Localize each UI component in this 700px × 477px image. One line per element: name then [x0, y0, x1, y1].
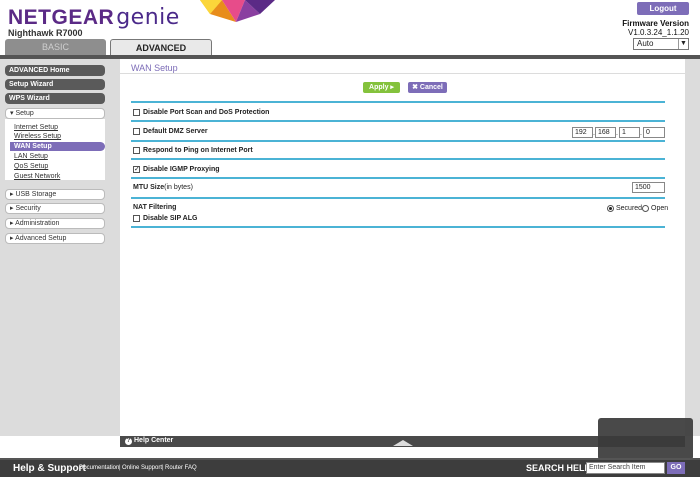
- watermark: [598, 418, 693, 460]
- dmz-ip-octet-4[interactable]: 0: [643, 127, 665, 138]
- model-name: Nighthawk R7000: [8, 28, 83, 38]
- help-support-title: Help & Support: [13, 463, 86, 474]
- search-input[interactable]: Enter Search Item: [586, 462, 665, 474]
- section-divider: [131, 120, 665, 122]
- mtu-input[interactable]: 1500: [632, 182, 665, 193]
- netgear-logo: NETGEARgenie: [8, 5, 180, 30]
- sidebar-group-advanced-setup[interactable]: ▸ Advanced Setup: [5, 233, 105, 244]
- respond-ping-label: Respond to Ping on Internet Port: [143, 147, 253, 154]
- mtu-label: MTU Size(in bytes): [133, 184, 193, 191]
- respond-ping-checkbox[interactable]: [133, 147, 140, 154]
- help-icon: ?: [125, 438, 132, 445]
- section-divider: [131, 226, 665, 228]
- sidebar-item-internet-setup[interactable]: Internet Setup: [14, 123, 58, 132]
- firmware-version: V1.0.3.24_1.1.20: [628, 28, 689, 37]
- dmz-ip-octet-2[interactable]: 168: [595, 127, 616, 138]
- sidebar-item-advanced-home[interactable]: ADVANCED Home: [5, 65, 105, 76]
- dmz-ip-octet-3[interactable]: 1: [619, 127, 640, 138]
- page-title: WAN Setup: [131, 63, 178, 73]
- nat-filtering-label: NAT Filtering: [133, 204, 177, 211]
- section-divider: [131, 158, 665, 160]
- sidebar-item-lan-setup[interactable]: LAN Setup: [14, 152, 48, 161]
- sidebar-item-qos-setup[interactable]: QoS Setup: [14, 162, 48, 171]
- mtu-unit: (in bytes): [164, 184, 193, 191]
- logout-button[interactable]: Logout: [637, 2, 689, 15]
- separator: |: [119, 465, 121, 471]
- sidebar-group-usb-storage[interactable]: ▸ USB Storage: [5, 189, 105, 200]
- nat-secured-radio[interactable]: [607, 205, 614, 212]
- section-divider: [131, 197, 665, 199]
- mtu-title: MTU Size: [133, 184, 165, 191]
- decorative-triangles: [200, 0, 275, 22]
- router-faq-link[interactable]: Router FAQ: [165, 465, 197, 471]
- documentation-link[interactable]: Documentation: [79, 465, 119, 471]
- chevron-down-icon: ▼: [678, 39, 688, 49]
- help-center-label: Help Center: [134, 437, 174, 444]
- sidebar-item-setup-wizard[interactable]: Setup Wizard: [5, 79, 105, 90]
- section-divider: [131, 101, 665, 103]
- default-dmz-label: Default DMZ Server: [143, 128, 208, 135]
- sidebar-item-wireless-setup[interactable]: Wireless Setup: [14, 132, 61, 141]
- go-button[interactable]: GO: [667, 462, 685, 474]
- tab-basic[interactable]: BASIC: [5, 39, 106, 55]
- expand-arrow-icon[interactable]: [393, 440, 413, 446]
- disable-sip-alg-label: Disable SIP ALG: [143, 215, 198, 222]
- default-dmz-checkbox[interactable]: [133, 128, 140, 135]
- sidebar-group-setup[interactable]: ▾ Setup: [5, 108, 105, 119]
- sidebar-item-wan-setup[interactable]: WAN Setup: [10, 142, 105, 151]
- help-center-link[interactable]: ? Help Center: [125, 437, 173, 445]
- disable-port-scan-checkbox[interactable]: [133, 109, 140, 116]
- language-select[interactable]: Auto ▼: [633, 38, 689, 50]
- apply-button[interactable]: Apply ▸: [363, 82, 400, 93]
- search-help-label: SEARCH HELP: [526, 463, 591, 473]
- section-divider: [131, 140, 665, 142]
- sidebar-item-wps-wizard[interactable]: WPS Wizard: [5, 93, 105, 104]
- nat-open-label: Open: [651, 205, 669, 212]
- genie-text: genie: [116, 5, 180, 30]
- disable-igmp-checkbox[interactable]: ✓: [133, 166, 140, 173]
- dmz-ip-octet-1[interactable]: 192: [572, 127, 593, 138]
- right-gutter: [685, 59, 700, 436]
- nat-secured-label: Secured: [616, 205, 643, 212]
- disable-port-scan-label: Disable Port Scan and DoS Protection: [143, 109, 270, 116]
- nat-open-radio[interactable]: [642, 205, 649, 212]
- section-divider: [131, 177, 665, 179]
- firmware-label: Firmware Version: [622, 19, 689, 28]
- sidebar-item-guest-network[interactable]: Guest Network: [14, 172, 60, 181]
- separator: |: [162, 465, 164, 471]
- disable-sip-alg-checkbox[interactable]: [133, 215, 140, 222]
- online-support-link[interactable]: Online Support: [122, 465, 162, 471]
- title-divider: [120, 73, 685, 74]
- brand-text: NETGEAR: [8, 6, 115, 29]
- language-value: Auto: [637, 39, 654, 48]
- sidebar-group-security[interactable]: ▸ Security: [5, 203, 105, 214]
- cancel-button[interactable]: ✖ Cancel: [408, 82, 447, 93]
- tab-advanced[interactable]: ADVANCED: [110, 39, 212, 55]
- disable-igmp-label: Disable IGMP Proxying: [143, 166, 220, 173]
- sidebar-group-administration[interactable]: ▸ Administration: [5, 218, 105, 229]
